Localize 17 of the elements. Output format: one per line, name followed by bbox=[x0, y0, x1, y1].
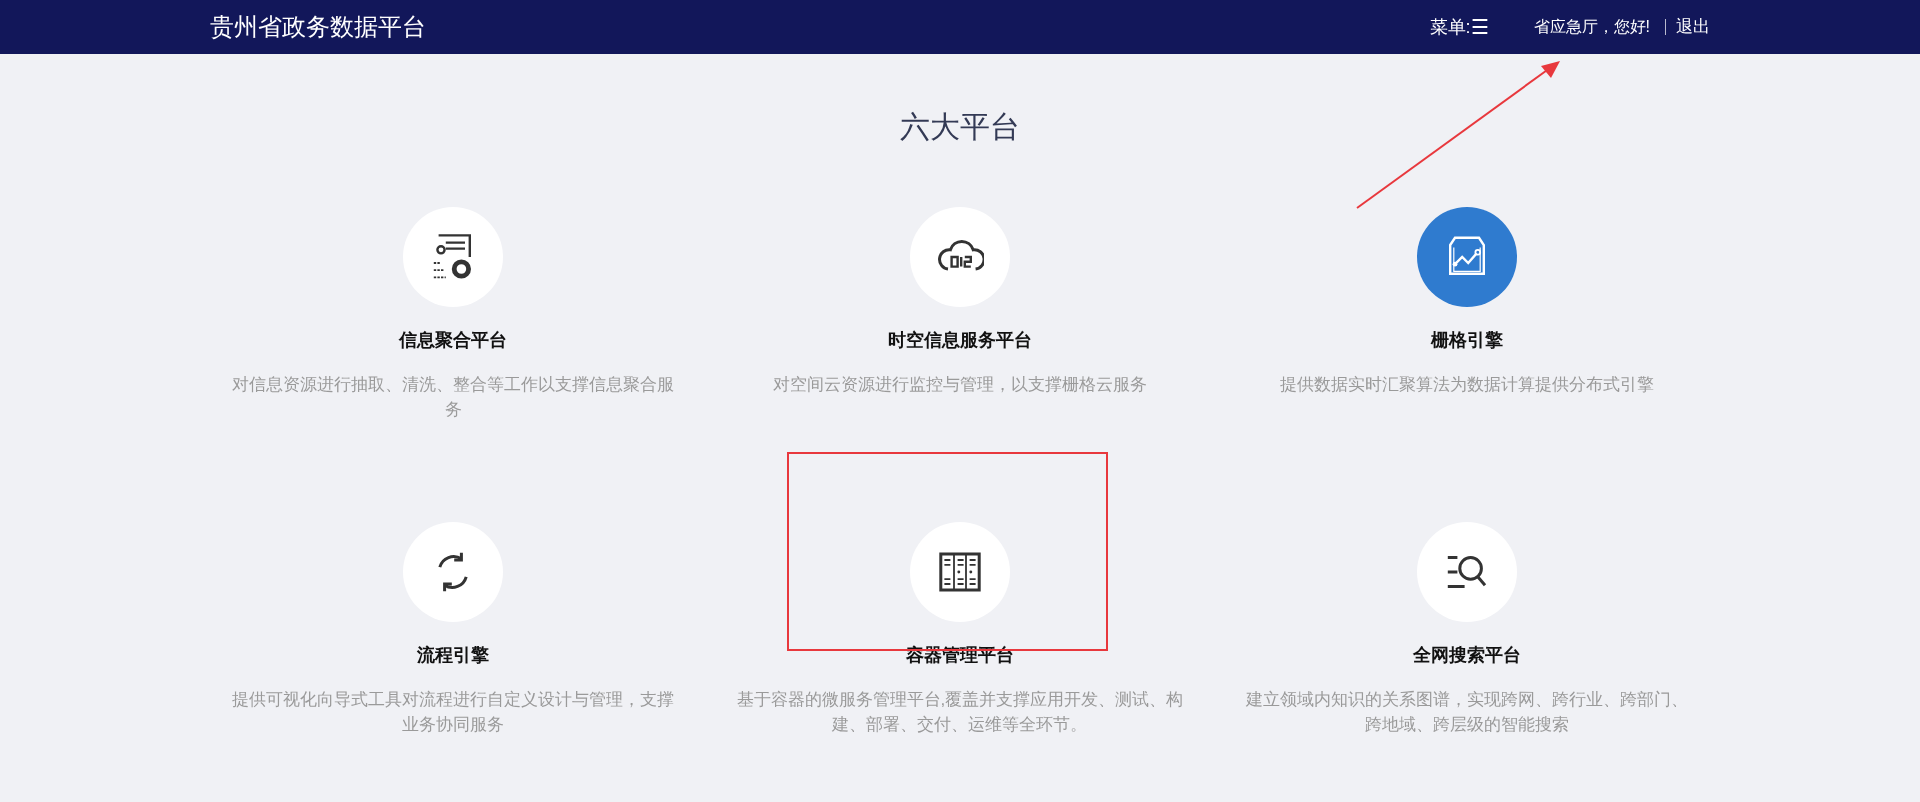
section-title: 六大平台 bbox=[899, 109, 1021, 145]
menu-icon: ☰ bbox=[1470, 12, 1489, 42]
platform-description: 提供可视化向导式工具对流程进行自定义设计与管理，支撑业务协同服务 bbox=[231, 689, 676, 736]
platform-description: 提供数据实时汇聚算法为数据计算提供分布式引擎 bbox=[1278, 374, 1655, 396]
platform-description: 对空间云资源进行监控与管理，以支撑栅格云服务 bbox=[772, 374, 1148, 396]
platform-description: 建立领域内知识的关系图谱，实现跨网、跨行业、跨部门、跨地域、跨层级的智能搜索 bbox=[1244, 689, 1689, 736]
platform-description: 对信息资源进行抽取、清洗、整合等工作以支撑信息聚合服务 bbox=[231, 374, 676, 421]
site-title: 贵州省政务数据平台 bbox=[210, 12, 426, 42]
platform-title[interactable]: 时空信息服务平台 bbox=[888, 327, 1032, 354]
platform-title[interactable]: 全网搜索平台 bbox=[1412, 642, 1521, 669]
platform-title[interactable]: 流程引擎 bbox=[417, 642, 490, 669]
platform-title[interactable]: 信息聚合平台 bbox=[399, 327, 508, 354]
platform-description: 基于容器的微服务管理平台,覆盖并支撑应用开发、测试、构建、部署、交付、运维等全环节。 bbox=[735, 689, 1185, 736]
greeting-text: 省应急厅，您好! bbox=[1533, 17, 1650, 37]
platform-title[interactable]: 栅格引擎 bbox=[1430, 327, 1503, 354]
logout-link[interactable]: 退出 bbox=[1676, 14, 1710, 40]
menu-link[interactable]: 菜单:☰ bbox=[1429, 12, 1489, 42]
